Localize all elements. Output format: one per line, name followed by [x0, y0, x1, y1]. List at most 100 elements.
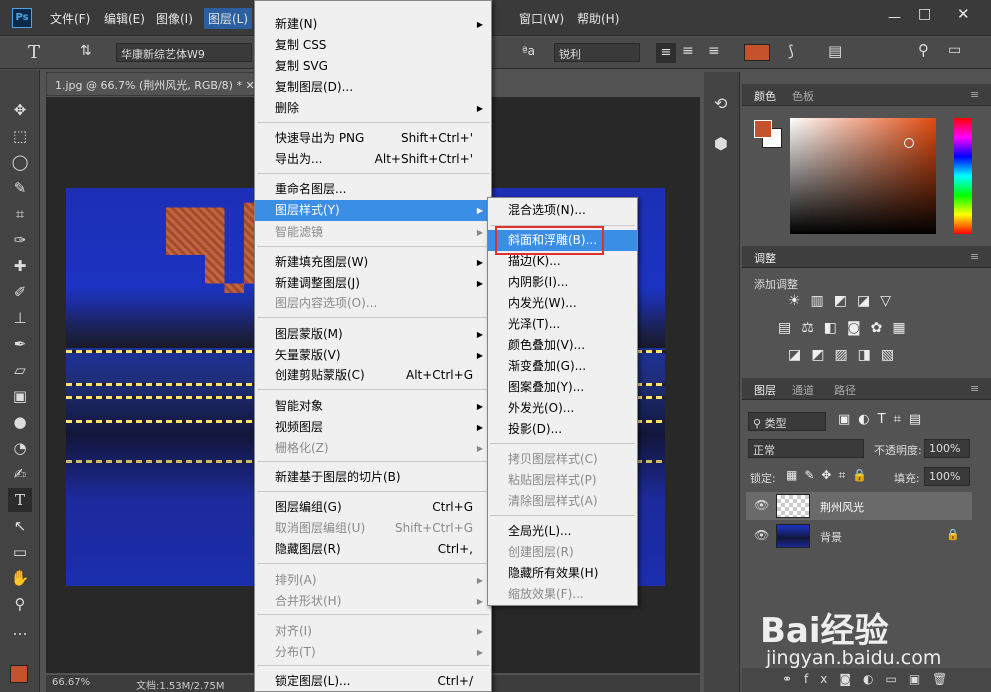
layer-name[interactable]: 荆州风光 — [820, 499, 864, 515]
hand-tool-icon[interactable]: ✋ — [8, 566, 32, 590]
menu-item[interactable]: 隐藏所有效果(H) — [488, 563, 637, 584]
document-tab[interactable]: 1.jpg @ 66.7% (荆州风光, RGB/8) * ✕ — [46, 72, 256, 96]
menu-item[interactable]: 导出为... Alt+Shift+Ctrl+' — [255, 149, 491, 170]
antialias-select[interactable]: 锐利 — [554, 43, 640, 62]
blend-mode-select[interactable]: 正常 — [748, 439, 864, 458]
opacity-input[interactable]: 100% — [924, 439, 970, 458]
menu-image[interactable]: 图像(I) — [156, 10, 193, 27]
pen-tool-icon[interactable]: ✍ — [8, 462, 32, 486]
rectangle-tool-icon[interactable]: ▭ — [8, 540, 32, 564]
maximize-icon[interactable]: □ — [918, 6, 931, 22]
tab-paths[interactable]: 路径 — [834, 382, 856, 398]
menu-item[interactable]: 图层编组(G) Ctrl+G — [255, 497, 491, 518]
tab-adjustments[interactable]: 调整 — [754, 250, 776, 266]
panel-menu-icon[interactable]: ≡ — [970, 88, 979, 101]
color-picker-cursor[interactable] — [904, 138, 914, 148]
lasso-tool-icon[interactable]: ◯ — [8, 150, 32, 174]
blur-tool-icon[interactable]: ● — [8, 410, 32, 434]
type-tool-icon[interactable]: T — [8, 488, 32, 512]
menu-item[interactable]: 智能对象 ▶ — [255, 396, 491, 417]
eraser-tool-icon[interactable]: ▱ — [8, 358, 32, 382]
menu-item[interactable]: 图层蒙版(M) ▶ — [255, 324, 491, 345]
marquee-tool-icon[interactable]: ⬚ — [8, 124, 32, 148]
menu-item[interactable]: 全局光(L)... — [488, 521, 637, 542]
3d-icon[interactable]: ⬢ — [714, 134, 728, 153]
eye-icon[interactable]: 👁 — [754, 528, 769, 542]
zoom-level[interactable]: 66.67% — [52, 677, 90, 688]
search-icon[interactable]: ⚲ — [918, 41, 929, 59]
color-picker-field[interactable] — [790, 118, 936, 234]
menu-edit[interactable]: 编辑(E) — [104, 10, 145, 27]
menu-help[interactable]: 帮助(H) — [577, 10, 619, 27]
minimize-icon[interactable]: — — [888, 10, 901, 25]
history-brush-icon[interactable]: ✒ — [8, 332, 32, 356]
panel-menu-icon[interactable]: ≡ — [970, 250, 979, 263]
adjust-icons-row-2[interactable]: ▤⚖◧◙✿▦ — [778, 320, 968, 336]
menu-item[interactable]: 新建填充图层(W) ▶ — [255, 252, 491, 273]
menu-item[interactable]: 混合选项(N)... — [488, 200, 637, 221]
menu-item[interactable]: 投影(D)... — [488, 419, 637, 440]
eyedropper-icon[interactable]: ✑ — [8, 228, 32, 252]
menu-item[interactable]: 内阴影(I)... — [488, 272, 637, 293]
workspace-icon[interactable]: ▭ — [948, 42, 961, 58]
layer-row-background[interactable]: 👁 背景 🔒 — [746, 522, 972, 550]
text-tool-icon[interactable]: T — [28, 42, 40, 63]
tab-channels[interactable]: 通道 — [792, 382, 814, 398]
panel-menu-icon[interactable]: ≡ — [970, 382, 979, 395]
character-panel-icon[interactable]: ▤ — [828, 42, 842, 60]
menu-item[interactable]: 隐藏图层(R) Ctrl+, — [255, 539, 491, 560]
menu-item[interactable]: 矢量蒙版(V) ▶ — [255, 345, 491, 366]
menu-item[interactable]: 快速导出为 PNG Shift+Ctrl+' — [255, 128, 491, 149]
menu-item[interactable]: 新建(N) ▶ — [255, 14, 491, 35]
align-left-icon[interactable]: ≡ — [656, 43, 676, 63]
menu-item[interactable]: 外发光(O)... — [488, 398, 637, 419]
menu-item[interactable]: 内发光(W)... — [488, 293, 637, 314]
menu-item[interactable]: 渐变叠加(G)... — [488, 356, 637, 377]
font-family-select[interactable]: 华康新综艺体W9 — [116, 43, 252, 62]
menu-item[interactable]: 重命名图层... — [255, 179, 491, 200]
healing-brush-icon[interactable]: ✚ — [8, 254, 32, 278]
menu-item[interactable]: 图层样式(Y) ▶ — [255, 200, 491, 221]
menu-item[interactable]: 复制图层(D)... — [255, 77, 491, 98]
align-center-icon[interactable]: ≡ — [682, 43, 694, 59]
eye-icon[interactable]: 👁 — [754, 498, 769, 512]
orientation-icon[interactable]: ⇅ — [80, 43, 92, 59]
quick-select-icon[interactable]: ✎ — [8, 176, 32, 200]
layer-filter-select[interactable]: ⚲ 类型 — [748, 412, 826, 431]
menu-item[interactable]: 复制 SVG — [255, 56, 491, 77]
menu-file[interactable]: 文件(F) — [50, 10, 90, 27]
history-icon[interactable]: ⟲ — [714, 94, 727, 113]
menu-item[interactable]: 复制 CSS — [255, 35, 491, 56]
tab-color[interactable]: 颜色 — [754, 88, 776, 104]
dodge-tool-icon[interactable]: ◔ — [8, 436, 32, 460]
menu-item[interactable]: 图案叠加(Y)... — [488, 377, 637, 398]
warp-text-icon[interactable]: ⟆ — [788, 42, 794, 60]
text-color-swatch[interactable] — [744, 44, 770, 61]
menu-layer[interactable]: 图层(L) — [204, 8, 253, 29]
menu-item[interactable]: 创建剪贴蒙版(C) Alt+Ctrl+G — [255, 365, 491, 386]
menu-item[interactable]: 删除 ▶ — [255, 98, 491, 119]
brush-tool-icon[interactable]: ✐ — [8, 280, 32, 304]
layer-filter-icons[interactable]: ▣◐T⌗▤ — [838, 412, 929, 427]
fill-input[interactable]: 100% — [924, 467, 970, 486]
stamp-tool-icon[interactable]: ⊥ — [8, 306, 32, 330]
close-icon[interactable]: ✕ — [957, 5, 970, 23]
menu-item[interactable]: 光泽(T)... — [488, 314, 637, 335]
move-tool-icon[interactable]: ✥ — [8, 98, 32, 122]
layer-name[interactable]: 背景 — [820, 529, 842, 545]
align-right-icon[interactable]: ≡ — [708, 43, 720, 59]
color-foreground-swatch[interactable] — [754, 120, 772, 138]
adjust-icons-row-3[interactable]: ◪◩▨◨▧ — [788, 347, 958, 363]
adjust-icons-row-1[interactable]: ☀▥◩◪▽ — [788, 293, 958, 309]
tab-layers[interactable]: 图层 — [754, 382, 776, 398]
gradient-tool-icon[interactable]: ▣ — [8, 384, 32, 408]
menu-item[interactable]: 颜色叠加(V)... — [488, 335, 637, 356]
lock-icons[interactable]: ▦✎✥⌗🔒 — [786, 468, 874, 483]
foreground-color-swatch[interactable] — [10, 665, 28, 683]
menu-item[interactable]: 锁定图层(L)... Ctrl+/ — [255, 671, 491, 692]
menu-window[interactable]: 窗口(W) — [519, 10, 564, 27]
menu-item[interactable]: 新建基于图层的切片(B) — [255, 467, 491, 488]
more-tools-icon[interactable]: … — [8, 618, 32, 642]
tab-swatches[interactable]: 色板 — [792, 88, 814, 104]
menu-item[interactable]: 视频图层 ▶ — [255, 417, 491, 438]
